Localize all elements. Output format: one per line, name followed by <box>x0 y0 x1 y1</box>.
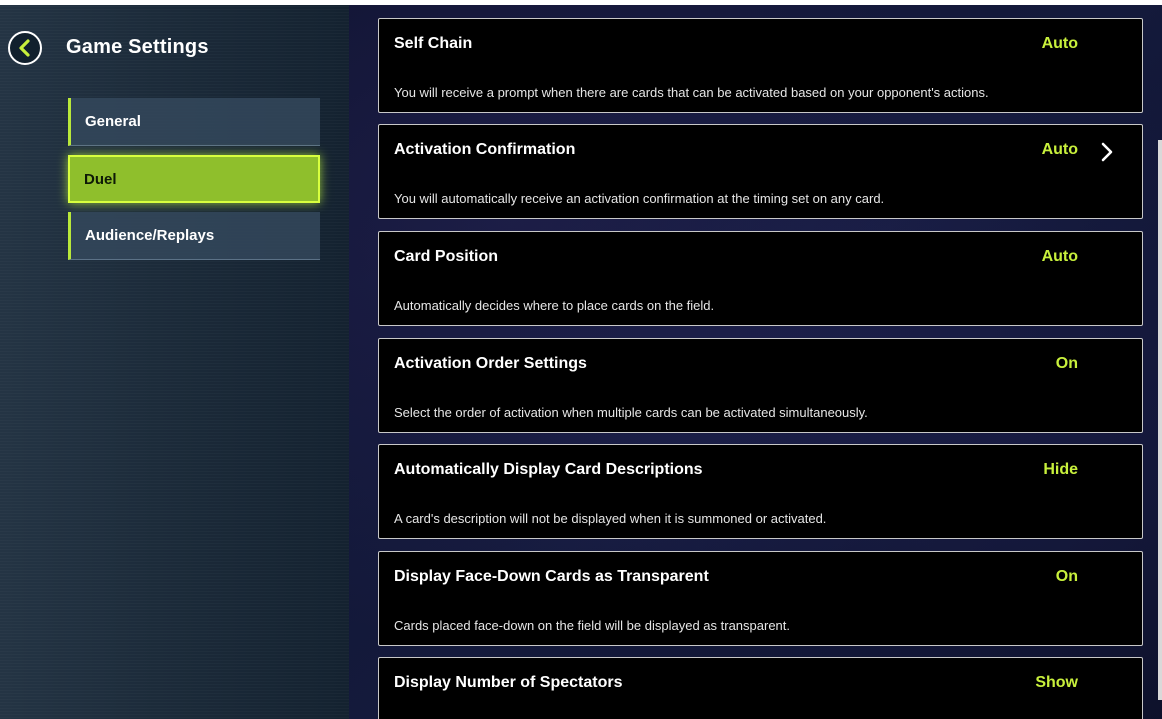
back-button[interactable] <box>8 31 42 65</box>
sidebar-item-audience-replays[interactable]: Audience/Replays <box>68 212 320 260</box>
setting-value: Show <box>1035 674 1078 691</box>
sidebar-item-label: Duel <box>84 170 117 188</box>
sidebar-item-duel[interactable]: Duel <box>68 155 320 203</box>
setting-name: Activation Confirmation <box>394 141 576 158</box>
setting-name: Card Position <box>394 248 499 265</box>
setting-description: A card's description will not be display… <box>394 511 827 526</box>
scrollbar[interactable] <box>1158 140 1162 700</box>
settings-panel: Self Chain Auto You will receive a promp… <box>349 0 1162 719</box>
sidebar-item-label: General <box>85 113 141 130</box>
setting-auto-display-card-descriptions[interactable]: Automatically Display Card Descriptions … <box>378 444 1143 539</box>
setting-description: You will receive a prompt when there are… <box>394 85 989 100</box>
setting-display-number-of-spectators[interactable]: Display Number of Spectators Show <box>378 657 1143 719</box>
setting-name: Automatically Display Card Descriptions <box>394 461 703 478</box>
setting-value: On <box>1055 568 1078 585</box>
setting-name: Activation Order Settings <box>394 355 587 372</box>
top-strip <box>0 0 349 5</box>
setting-card-position[interactable]: Card Position Auto Automatically decides… <box>378 231 1143 326</box>
setting-value: On <box>1055 355 1078 372</box>
setting-value: Hide <box>1043 461 1078 478</box>
back-arrow-icon <box>19 39 30 57</box>
setting-activation-order-settings[interactable]: Activation Order Settings On Select the … <box>378 338 1143 433</box>
top-strip <box>349 0 1162 5</box>
setting-name: Display Face-Down Cards as Transparent <box>394 568 709 585</box>
chevron-right-icon[interactable] <box>1098 141 1116 163</box>
setting-description: Automatically decides where to place car… <box>394 298 715 313</box>
setting-value: Auto <box>1041 248 1078 265</box>
setting-activation-confirmation[interactable]: Activation Confirmation Auto You will au… <box>378 124 1143 219</box>
setting-description: Select the order of activation when mult… <box>394 405 868 420</box>
setting-value: Auto <box>1041 35 1078 52</box>
game-settings-screen: Game Settings General Duel Audience/Repl… <box>0 0 1162 719</box>
page-title: Game Settings <box>66 36 209 58</box>
setting-value: Auto <box>1041 141 1078 158</box>
setting-name: Self Chain <box>394 35 473 52</box>
setting-face-down-transparent[interactable]: Display Face-Down Cards as Transparent O… <box>378 551 1143 646</box>
setting-description: You will automatically receive an activa… <box>394 191 885 206</box>
setting-description: Cards placed face-down on the field will… <box>394 618 791 633</box>
sidebar-item-general[interactable]: General <box>68 98 320 146</box>
setting-self-chain[interactable]: Self Chain Auto You will receive a promp… <box>378 18 1143 113</box>
setting-name: Display Number of Spectators <box>394 674 623 691</box>
sidebar-item-label: Audience/Replays <box>85 227 215 244</box>
sidebar: Game Settings General Duel Audience/Repl… <box>0 0 349 719</box>
